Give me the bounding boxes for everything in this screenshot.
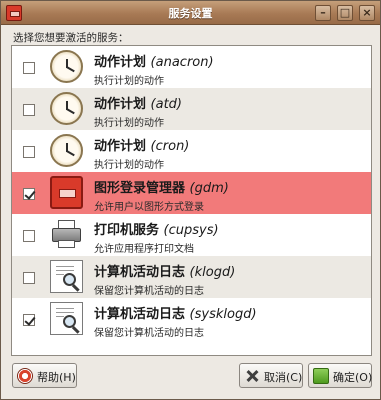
service-code: (cupsys) (163, 223, 219, 238)
cancel-button[interactable]: 取消(C) (239, 363, 303, 388)
service-row-cupsys[interactable]: 打印机服务 (cupsys) 允许应用程序打印文档 (12, 214, 371, 256)
maximize-icon[interactable]: □ (337, 5, 353, 21)
service-row-sysklogd[interactable]: 计算机活动日志 (sysklogd) 保留您计算机活动的日志 (12, 298, 371, 340)
log-viewer-icon (50, 260, 83, 293)
printer-icon (50, 218, 83, 251)
service-name: 计算机活动日志 (94, 265, 186, 280)
ok-button[interactable]: 确定(O) (308, 363, 372, 388)
log-viewer-icon (50, 302, 83, 335)
service-checkbox[interactable] (23, 314, 35, 326)
service-description: 允许应用程序打印文档 (94, 244, 194, 255)
service-name: 打印机服务 (94, 223, 160, 238)
service-checkbox[interactable] (23, 146, 35, 158)
service-row-cron[interactable]: 动作计划 (cron) 执行计划的动作 (12, 130, 371, 172)
service-row-klogd[interactable]: 计算机活动日志 (klogd) 保留您计算机活动的日志 (12, 256, 371, 298)
service-code: (cron) (150, 139, 190, 154)
service-row-atd[interactable]: 动作计划 (atd) 执行计划的动作 (12, 88, 371, 130)
service-checkbox[interactable] (23, 104, 35, 116)
service-code: (klogd) (189, 265, 236, 280)
services-list[interactable]: 动作计划 (anacron) 执行计划的动作 动作计划 (atd) 执行计划的动… (11, 45, 372, 356)
service-description: 执行计划的动作 (94, 160, 164, 171)
service-code: (atd) (150, 97, 183, 112)
close-icon[interactable]: × (359, 5, 375, 21)
gdm-icon (50, 176, 83, 209)
service-row-anacron[interactable]: 动作计划 (anacron) 执行计划的动作 (12, 46, 371, 88)
service-code: (sysklogd) (189, 307, 257, 322)
clock-icon (50, 50, 83, 83)
service-checkbox[interactable] (23, 272, 35, 284)
service-checkbox[interactable] (23, 62, 35, 74)
cancel-icon (244, 368, 260, 384)
clock-icon (50, 92, 83, 125)
service-name: 计算机活动日志 (94, 307, 186, 322)
service-description: 允许用户以图形方式登录 (94, 202, 204, 213)
minimize-icon[interactable]: – (315, 5, 331, 21)
service-name: 动作计划 (94, 139, 147, 154)
help-button[interactable]: 帮助(H) (12, 363, 77, 388)
service-name: 动作计划 (94, 97, 147, 112)
service-description: 执行计划的动作 (94, 76, 164, 87)
help-icon (17, 368, 33, 384)
services-settings-window: 服务设置 – □ × 选择您想要激活的服务： 动作计划 (anacron) 执行… (0, 0, 381, 400)
service-code: (gdm) (189, 181, 229, 196)
service-checkbox[interactable] (23, 230, 35, 242)
title-bar[interactable]: 服务设置 – □ × (1, 1, 380, 25)
service-description: 保留您计算机活动的日志 (94, 328, 204, 339)
clock-icon (50, 134, 83, 167)
service-code: (anacron) (150, 55, 214, 70)
ok-icon (313, 368, 329, 384)
service-name: 动作计划 (94, 55, 147, 70)
service-description: 执行计划的动作 (94, 118, 164, 129)
instruction-label: 选择您想要激活的服务： (13, 32, 129, 44)
service-name: 图形登录管理器 (94, 181, 186, 196)
service-row-gdm[interactable]: 图形登录管理器 (gdm) 允许用户以图形方式登录 (12, 172, 371, 214)
service-description: 保留您计算机活动的日志 (94, 286, 204, 297)
service-checkbox[interactable] (23, 188, 35, 200)
